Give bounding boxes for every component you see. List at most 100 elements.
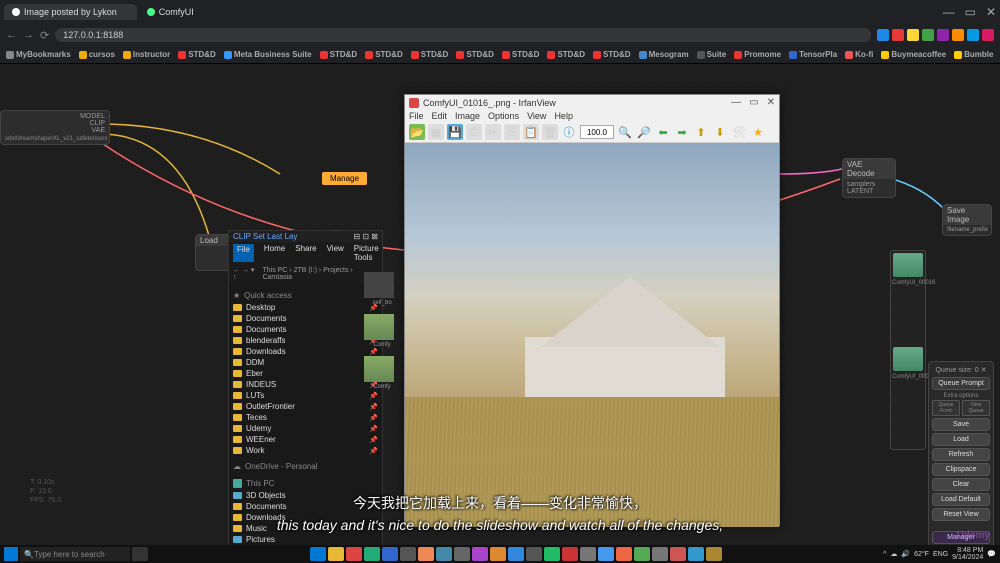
save-icon[interactable]: 💾 [447, 124, 463, 140]
tree-item[interactable]: blenderaffs📌 [229, 335, 382, 346]
bookmark[interactable]: MyBookmarks [6, 50, 71, 59]
save-button[interactable]: Save [932, 418, 990, 431]
back-icon[interactable]: ← [6, 29, 17, 41]
up-icon[interactable]: ⬆ [693, 124, 709, 140]
bookmark[interactable]: STD&D [365, 50, 403, 59]
ext-icon[interactable] [982, 29, 994, 41]
ribbon-tab[interactable]: File [233, 244, 254, 262]
app-icon[interactable] [634, 547, 650, 561]
zoom-input[interactable]: 100.0 [580, 125, 614, 139]
tree-item[interactable]: Documents📌 [229, 324, 382, 335]
tray-icon[interactable]: ☁ [890, 550, 897, 558]
tree-item[interactable]: Work📌 [229, 445, 382, 456]
bookmark[interactable]: TensorPla [789, 50, 837, 59]
bookmark[interactable]: Bumble [954, 50, 993, 59]
menu-item[interactable]: Help [554, 111, 573, 121]
maximize-icon[interactable]: ▭ [965, 5, 976, 19]
load-default-button[interactable]: Load Default [932, 493, 990, 506]
taskbar-search[interactable]: 🔍 Type here to search [20, 547, 130, 561]
tree-item[interactable]: Teces📌 [229, 412, 382, 423]
tree-item[interactable]: Pictures [229, 534, 382, 545]
bookmark[interactable]: STD&D [593, 50, 631, 59]
bookmark[interactable]: Buymeacoffee [881, 50, 946, 59]
minimize-icon[interactable]: — [731, 97, 741, 108]
copy-icon[interactable]: ⎘ [504, 124, 520, 140]
section-quick-access[interactable]: ★ Quick access [229, 289, 382, 302]
ribbon-tab[interactable]: Picture Tools [354, 244, 379, 262]
ext-icon[interactable] [952, 29, 964, 41]
app-icon[interactable] [436, 547, 452, 561]
thumb[interactable] [364, 272, 394, 298]
manage-button[interactable]: Manage [322, 172, 367, 185]
bookmark[interactable]: STD&D [456, 50, 494, 59]
forward-icon[interactable]: → [23, 29, 34, 41]
tree-item[interactable]: LUTs📌 [229, 390, 382, 401]
app-icon[interactable] [400, 547, 416, 561]
app-icon[interactable] [688, 547, 704, 561]
app-icon[interactable] [544, 547, 560, 561]
ext-add-icon[interactable] [877, 29, 889, 41]
reset-view-button[interactable]: Reset View [932, 508, 990, 521]
queue-front-button[interactable]: Queue Front [932, 400, 960, 416]
app-icon[interactable] [382, 547, 398, 561]
tree-item[interactable]: WEEner📌 [229, 434, 382, 445]
bookmark[interactable]: Meta Business Suite [224, 50, 312, 59]
app-icon[interactable] [616, 547, 632, 561]
app-icon[interactable] [364, 547, 380, 561]
ribbon-tab[interactable]: Home [264, 244, 285, 262]
load-button[interactable]: Load [932, 433, 990, 446]
cut-icon[interactable]: ✂ [485, 124, 501, 140]
queue-prompt-button[interactable]: Queue Prompt [932, 377, 990, 390]
clear-button[interactable]: Clear [932, 478, 990, 491]
browser-tab[interactable]: Image posted by Lykon [4, 4, 137, 20]
app-icon[interactable] [652, 547, 668, 561]
ext-icon[interactable] [892, 29, 904, 41]
refresh-button[interactable]: Refresh [932, 448, 990, 461]
bookmark[interactable]: Instructor [123, 50, 170, 59]
minimize-icon[interactable]: — [943, 5, 955, 19]
thumb[interactable] [364, 314, 394, 340]
open-icon[interactable]: 📂 [409, 124, 425, 140]
ribbon-tab[interactable]: View [327, 244, 344, 262]
next-icon[interactable]: ➡ [674, 124, 690, 140]
ext-icon[interactable] [967, 29, 979, 41]
app-icon[interactable] [508, 547, 524, 561]
bookmark[interactable]: STD&D [411, 50, 449, 59]
app-icon[interactable] [598, 547, 614, 561]
tree-item[interactable]: Udemy📌 [229, 423, 382, 434]
star-icon[interactable]: ★ [750, 124, 766, 140]
section-onedrive[interactable]: ☁ OneDrive - Personal [229, 460, 382, 473]
tree-item[interactable]: OutletFrontier📌 [229, 401, 382, 412]
menu-item[interactable]: Edit [432, 111, 448, 121]
tray-icon[interactable]: ^ [883, 551, 886, 558]
tree-item[interactable]: Downloads📌 [229, 346, 382, 357]
app-icon[interactable] [418, 547, 434, 561]
task-view-icon[interactable] [132, 547, 148, 561]
bookmark[interactable]: Promome [734, 50, 781, 59]
app-icon[interactable] [328, 547, 344, 561]
url-input[interactable]: 127.0.0.1:8188 [55, 28, 871, 42]
thumb[interactable] [364, 356, 394, 382]
node-save-image[interactable]: Save Image filename_prefix [942, 204, 992, 236]
preview-thumb[interactable] [893, 253, 923, 277]
language[interactable]: ENG [933, 551, 948, 558]
prev-icon[interactable]: ⬅ [655, 124, 671, 140]
app-icon[interactable] [346, 547, 362, 561]
preview-thumb[interactable] [893, 347, 923, 371]
menu-item[interactable]: View [527, 111, 546, 121]
zoom-out-icon[interactable]: 🔍 [617, 124, 633, 140]
tray-icon[interactable]: 🔊 [901, 550, 910, 558]
bookmark[interactable]: STD&D [320, 50, 358, 59]
app-icon[interactable] [706, 547, 722, 561]
bookmark[interactable]: cursos [79, 50, 115, 59]
app-icon[interactable] [670, 547, 686, 561]
app-icon[interactable] [580, 547, 596, 561]
browser-tab-active[interactable]: ComfyUI [139, 4, 214, 20]
bookmark[interactable]: STD&D [547, 50, 585, 59]
bookmark[interactable]: Ko-fi [845, 50, 873, 59]
bookmark[interactable]: Suite [697, 50, 727, 59]
close-icon[interactable]: ✕ [767, 97, 775, 108]
menu-item[interactable]: File [409, 111, 424, 121]
info-icon[interactable]: ⓘ [561, 124, 577, 140]
thumbs-icon[interactable]: ▦ [428, 124, 444, 140]
